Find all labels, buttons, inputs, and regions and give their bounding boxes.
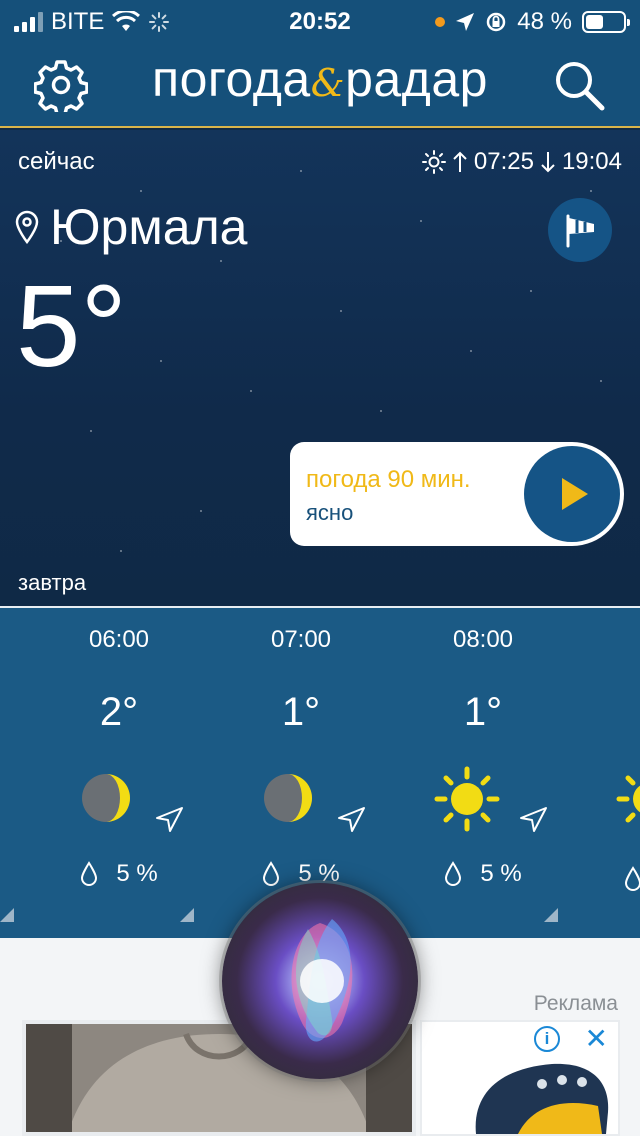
logo-text-left: погода [152, 51, 311, 107]
logo-ampersand: & [310, 61, 346, 105]
wind-direction-icon [156, 807, 183, 832]
forecast-90min-card[interactable]: погода 90 мин. ясно [290, 442, 624, 546]
star [340, 310, 342, 312]
location-arrow-icon [456, 13, 475, 31]
status-bar: BITE 20:52 48 % [0, 0, 640, 42]
hour-temperature: 1° [463, 690, 503, 734]
play-button[interactable] [524, 446, 620, 542]
raindrop-icon [81, 861, 98, 886]
star [160, 360, 162, 362]
hour-temperature: 2° [99, 690, 139, 734]
rain-chance: 5 % [480, 860, 522, 887]
current-weather-panel: сейчас 07:25 19:04 Юрмала 5° погода 90 м… [0, 130, 640, 606]
star [600, 380, 602, 382]
corner-marker-icon [544, 908, 558, 922]
status-right: 48 % [435, 8, 630, 36]
star [590, 190, 592, 192]
ad-info-button[interactable]: i [534, 1026, 560, 1052]
raindrop-icon [624, 866, 640, 891]
now-label: сейчас [18, 148, 95, 175]
moon-icon [82, 774, 130, 822]
hour-rain: 5 % [392, 860, 574, 888]
siri-orb[interactable] [222, 883, 418, 1079]
star [140, 190, 142, 192]
wind-direction-icon [520, 807, 547, 832]
ad-label: Реклама [533, 992, 618, 1015]
sunrise-arrow-up-icon [453, 151, 467, 172]
hour-rain: 5 % [28, 860, 210, 888]
sunset-arrow-down-icon [541, 152, 555, 173]
orange-indicator-icon [435, 17, 446, 27]
sun-icon [616, 775, 640, 823]
wind-direction-icon [338, 807, 365, 832]
star [120, 550, 122, 552]
moon-icon [264, 774, 312, 822]
hour-temperature: 1° [281, 690, 321, 734]
star [470, 350, 472, 352]
sunset-time: 19:04 [561, 148, 622, 175]
battery-icon [582, 11, 630, 33]
hour-column[interactable] [574, 608, 640, 938]
star [200, 510, 202, 512]
siri-wave-icon [291, 919, 353, 1042]
sunrise-time: 07:25 [473, 148, 534, 175]
star [220, 260, 222, 262]
sun-icon [434, 766, 500, 832]
ad-image-shoe[interactable]: i ✕ [420, 1020, 620, 1136]
sun-times: 07:25 19:04 [421, 148, 622, 176]
hour-column[interactable]: 08:00 1° 5 % [392, 608, 574, 938]
app-header: погода&радар [0, 42, 640, 128]
search-icon[interactable] [552, 58, 606, 112]
corner-marker-icon [0, 908, 14, 922]
raindrop-icon [445, 861, 462, 886]
app-logo: погода&радар [0, 50, 640, 108]
hour-time: 08:00 [452, 626, 514, 653]
hour-column[interactable]: 06:00 2° 5 % [28, 608, 210, 938]
rain-chance: 5 % [116, 860, 158, 887]
location-pin-icon [15, 210, 39, 244]
rotation-lock-icon [487, 12, 506, 32]
star [530, 290, 532, 292]
ad-close-button[interactable]: ✕ [585, 1022, 608, 1055]
star [90, 430, 92, 432]
hour-time: 06:00 [88, 626, 150, 653]
forecast-90min-condition: ясно [306, 500, 354, 525]
city-name: Юрмала [50, 199, 248, 255]
star [420, 220, 422, 222]
forecast-90min-title: погода 90 мин. [306, 466, 471, 493]
windsock-button[interactable] [548, 198, 612, 262]
hour-time: 07:00 [270, 626, 332, 653]
tomorrow-label: завтра [18, 570, 87, 595]
sun-small-icon [421, 150, 446, 174]
star [250, 390, 252, 392]
battery-level [586, 15, 604, 29]
corner-marker-icon [180, 908, 194, 922]
logo-text-right: радар [345, 51, 488, 107]
star [300, 170, 302, 172]
city-row[interactable]: Юрмала [14, 198, 248, 256]
star [380, 410, 382, 412]
battery-percent: 48 % [517, 8, 572, 35]
play-icon [562, 478, 588, 510]
windsock-icon [566, 214, 594, 248]
current-temperature: 5° [16, 261, 127, 391]
